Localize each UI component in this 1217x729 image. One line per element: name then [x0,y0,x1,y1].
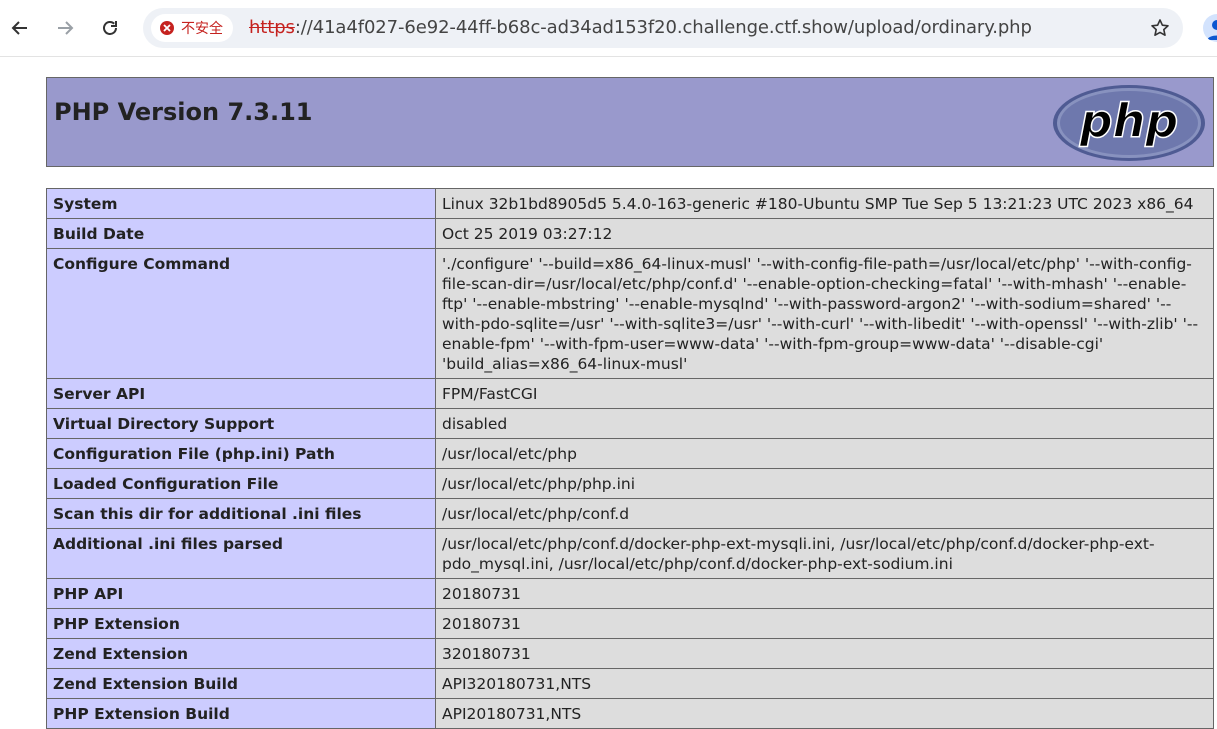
row-key: PHP Extension Build [46,698,436,729]
row-value: /usr/local/etc/php/conf.d/docker-php-ext… [435,528,1214,579]
row-value: API20180731,NTS [435,698,1214,729]
row-key: Build Date [46,218,436,249]
table-row: PHP Extension Build API20180731,NTS [46,698,1214,729]
row-value: Linux 32b1bd8905d5 5.4.0-163-generic #18… [435,188,1214,219]
table-row: Zend Extension Build API320180731,NTS [46,668,1214,699]
back-arrow-icon [11,21,27,35]
table-row: PHP API 20180731 [46,578,1214,609]
address-bar[interactable]: 不安全 https://41a4f027-6e92-44ff-b68c-ad34… [143,8,1183,48]
row-value: /usr/local/etc/php/php.ini [435,468,1214,499]
row-value: disabled [435,408,1214,439]
row-value: API320180731,NTS [435,668,1214,699]
row-key: Configure Command [46,248,436,379]
table-row: Configure Command './configure' '--build=… [46,248,1214,379]
table-row: Configuration File (php.ini) Path/usr/lo… [46,438,1214,469]
row-key: Zend Extension Build [46,668,436,699]
table-row: PHP Extension 20180731 [46,608,1214,639]
row-value: /usr/local/etc/php/conf.d [435,498,1214,529]
php-version-header: PHP Version 7.3.11 php [46,77,1214,167]
table-row: Zend Extension 320180731 [46,638,1214,669]
security-indicator[interactable]: 不安全 [151,14,233,42]
url-text[interactable]: https://41a4f027-6e92-44ff-b68c-ad34ad15… [249,18,1032,38]
row-key: PHP API [46,578,436,609]
url-scheme: https [249,17,295,38]
row-key: Zend Extension [46,638,436,669]
forward-button[interactable] [51,14,79,42]
profile-avatar[interactable] [1203,14,1217,42]
info-table: System Linux 32b1bd8905d5 5.4.0-163-gener… [46,188,1214,729]
row-key: System [46,188,436,219]
star-icon [1151,19,1169,36]
url-rest: ://41a4f027-6e92-44ff-b68c-ad34ad153f20.… [294,17,1032,38]
row-key: PHP Extension [46,608,436,639]
row-key: Virtual Directory Support [46,408,436,439]
table-row: System Linux 32b1bd8905d5 5.4.0-163-gener… [46,188,1214,219]
browser-toolbar: 不安全 https://41a4f027-6e92-44ff-b68c-ad34… [0,0,1217,57]
profile-icon [1207,20,1217,40]
php-logo: php [1053,85,1205,161]
row-value: 20180731 [435,608,1214,639]
table-row: Virtual Directory Support disabled [46,408,1214,439]
back-button[interactable] [6,14,34,42]
table-row: Server API FPM/FastCGI [46,378,1214,409]
row-value: 20180731 [435,578,1214,609]
row-value: 320180731 [435,638,1214,669]
row-key: Scan this dir for additional .ini files [46,498,436,529]
row-value: './configure' '--build=x86_64-linux-musl… [435,248,1214,379]
reload-button[interactable] [96,14,124,42]
reload-icon [103,21,117,35]
table-row: Loaded Configuration File/usr/local/etc/… [46,468,1214,499]
table-row: Scan this dir for additional .ini files /… [46,498,1214,529]
row-key: Server API [46,378,436,409]
row-key: Additional .ini files parsed [46,528,436,579]
phpinfo-page: PHP Version 7.3.11 php System Linux 32b1b… [46,77,1214,729]
row-key: Loaded Configuration File [46,468,436,499]
warning-icon [160,21,174,35]
page-title: PHP Version 7.3.11 [54,98,313,126]
row-value: FPM/FastCGI [435,378,1214,409]
bookmark-button[interactable] [1149,17,1171,39]
security-label: 不安全 [181,21,223,37]
row-value: Oct 25 2019 03:27:12 [435,218,1214,249]
row-key: Configuration File (php.ini) Path [46,438,436,469]
row-value: /usr/local/etc/php [435,438,1214,469]
table-row: Additional .ini files parsed/usr/local/e… [46,528,1214,579]
forward-arrow-icon [58,21,74,35]
php-logo-text: php [1079,94,1179,148]
table-row: Build Date Oct 25 2019 03:27:12 [46,218,1214,249]
